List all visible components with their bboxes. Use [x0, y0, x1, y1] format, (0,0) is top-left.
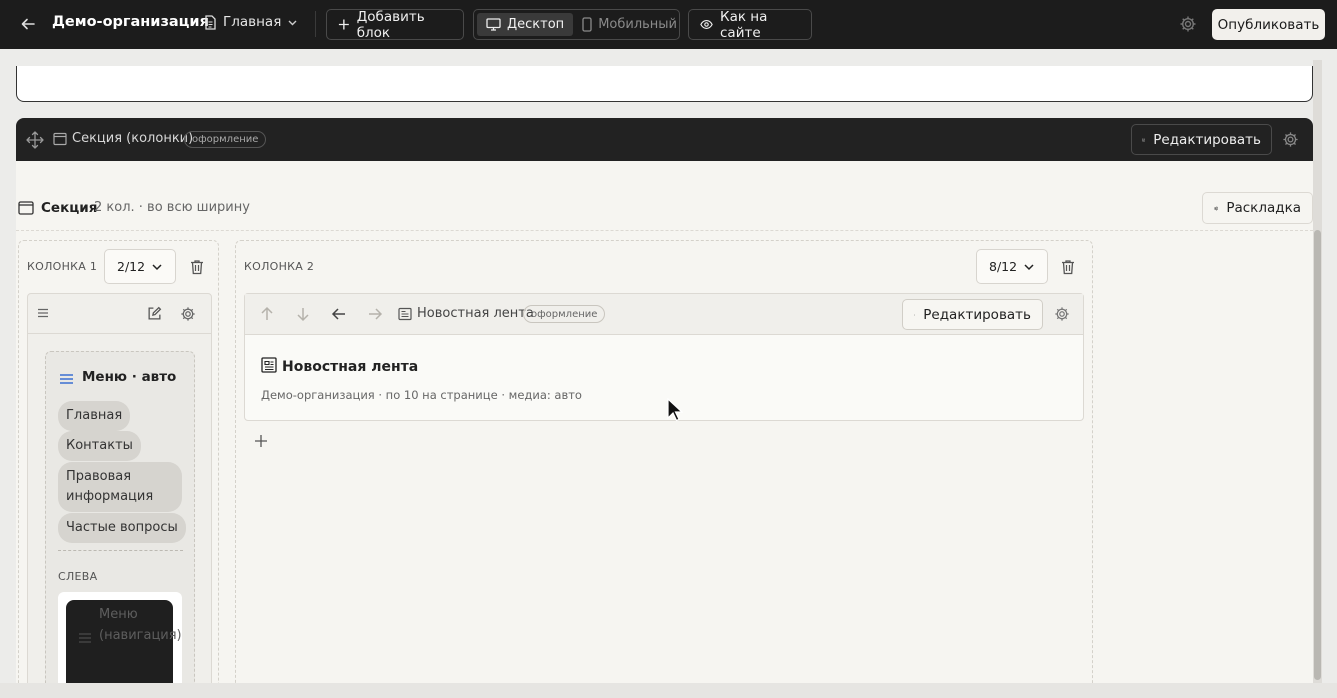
add-block-label: Добавить блок — [356, 8, 425, 41]
move-handle-icon[interactable] — [26, 131, 44, 149]
section-settings-icon[interactable] — [1282, 131, 1299, 148]
menu-item-legal[interactable]: Правовая информация — [58, 462, 182, 512]
section-block-header: Секция (колонки) оформление Редактироват… — [16, 118, 1313, 161]
news-edit-button[interactable]: Редактировать — [902, 299, 1043, 330]
bottom-strip — [0, 683, 1337, 698]
news-feed-tag-title: Новостная лента — [417, 306, 534, 321]
mouse-cursor-icon — [667, 398, 683, 422]
menu-divider — [58, 550, 183, 551]
eye-icon — [700, 20, 713, 29]
device-desktop-label: Десктоп — [507, 17, 565, 32]
column-1-label: КОЛОНКА 1 — [27, 260, 98, 273]
section-block[interactable]: Секция (колонки) оформление Редактироват… — [16, 118, 1313, 683]
top-toolbar: Демо-организация Главная Добавить блок Д… — [0, 0, 1337, 49]
news-feed-widget[interactable]: Новостная лента оформление Редактировать… — [244, 293, 1084, 421]
column-2-delete-icon[interactable] — [1061, 259, 1075, 275]
section-icon — [53, 132, 67, 146]
toolbar-divider — [315, 11, 316, 37]
style-badge: оформление — [523, 305, 606, 323]
sliders-icon — [1214, 206, 1219, 210]
layout-button[interactable]: Раскладка — [1202, 192, 1313, 224]
add-block-button[interactable]: Добавить блок — [326, 8, 464, 41]
device-desktop-button[interactable]: Десктоп — [477, 13, 574, 36]
section-edit-label: Редактировать — [1153, 131, 1261, 148]
back-arrow-icon[interactable] — [18, 14, 38, 34]
column-1-delete-icon[interactable] — [190, 259, 204, 275]
column-2-label: КОЛОНКА 2 — [244, 260, 315, 273]
style-badge: оформление — [184, 131, 267, 148]
news-settings-icon[interactable] — [1054, 306, 1070, 322]
edit-icon — [914, 313, 916, 316]
preview-button[interactable]: Как на сайте — [688, 8, 812, 41]
chevron-down-icon — [288, 20, 297, 25]
news-feed-header: Новостная лента оформление Редактировать — [245, 294, 1083, 335]
menu-item-main[interactable]: Главная — [58, 401, 131, 431]
device-mobile-button[interactable]: Мобильный — [573, 13, 686, 36]
menu-title: Меню · авто — [82, 369, 177, 385]
column-1-width-value: 2/12 — [117, 259, 146, 274]
menu-item-faq[interactable]: Частые вопросы — [58, 513, 186, 543]
arrow-down-icon[interactable] — [294, 305, 312, 323]
newspaper-icon — [398, 307, 412, 321]
menu-edit-icon[interactable] — [147, 306, 162, 321]
scrollbar-thumb[interactable] — [1314, 230, 1321, 680]
news-feed-meta: Демо-организация · по 10 на странице · м… — [261, 388, 582, 402]
preview-label: Как на сайте — [720, 8, 768, 41]
menu-widget-header — [28, 294, 211, 334]
add-widget-icon[interactable] — [254, 434, 268, 448]
dark-menu-preview: Меню (навигация) — [66, 600, 182, 683]
column-1[interactable]: КОЛОНКА 1 2/12 Меню · авто Главная Конта… — [18, 240, 219, 683]
arrow-right-icon[interactable] — [366, 305, 384, 323]
menu-icon — [60, 374, 73, 384]
column-2-width-value: 8/12 — [989, 259, 1018, 274]
column-1-width-select[interactable]: 2/12 — [104, 249, 176, 284]
arrow-up-icon[interactable] — [258, 305, 276, 323]
newspaper-icon — [261, 357, 277, 373]
menu-item-contacts[interactable]: Контакты — [58, 431, 141, 461]
section-block-title: Секция (колонки) — [72, 131, 194, 146]
menu-settings-icon[interactable] — [180, 306, 196, 322]
menu-position-preview[interactable]: Меню (навигация) — [58, 592, 182, 683]
news-feed-title: Новостная лента — [282, 359, 419, 375]
gear-icon[interactable] — [1179, 15, 1197, 33]
menu-preview: Меню · авто Главная Контакты Правовая ин… — [45, 351, 195, 683]
dark-menu-preview-label: Меню (навигация) — [99, 607, 182, 643]
page-selector[interactable]: Главная — [204, 14, 298, 30]
section-info: 2 кол. · во всю ширину — [94, 200, 250, 215]
section-frame-icon — [18, 201, 34, 215]
column-2[interactable]: КОЛОНКА 2 8/12 Новостная лента оформлени… — [235, 240, 1093, 683]
menu-widget[interactable]: Меню · авто Главная Контакты Правовая ин… — [27, 293, 212, 683]
desktop-icon — [486, 18, 501, 31]
section-title: Секция — [41, 200, 98, 216]
previous-block[interactable] — [16, 66, 1313, 102]
arrow-left-icon[interactable] — [330, 305, 348, 323]
page-icon — [205, 14, 216, 30]
page-selector-label: Главная — [223, 14, 282, 30]
chevron-down-icon — [1024, 263, 1034, 270]
mobile-icon — [582, 17, 592, 32]
chevron-down-icon — [152, 263, 162, 270]
column-2-width-select[interactable]: 8/12 — [976, 249, 1048, 284]
edit-icon — [1142, 138, 1146, 141]
publish-button[interactable]: Опубликовать — [1212, 9, 1325, 40]
menu-position-label: СЛЕВА — [58, 570, 98, 583]
news-edit-label: Редактировать — [923, 306, 1031, 323]
organization-name: Демо-организация — [52, 14, 209, 30]
device-switcher: Десктоп Мобильный — [473, 9, 680, 40]
menu-lines-icon — [79, 633, 91, 643]
section-divider — [16, 230, 1313, 231]
device-mobile-label: Мобильный — [598, 17, 678, 32]
layout-label: Раскладка — [1226, 200, 1301, 216]
section-edit-button[interactable]: Редактировать — [1131, 124, 1272, 155]
plus-icon — [338, 19, 349, 30]
drag-handle-icon[interactable] — [37, 308, 49, 318]
